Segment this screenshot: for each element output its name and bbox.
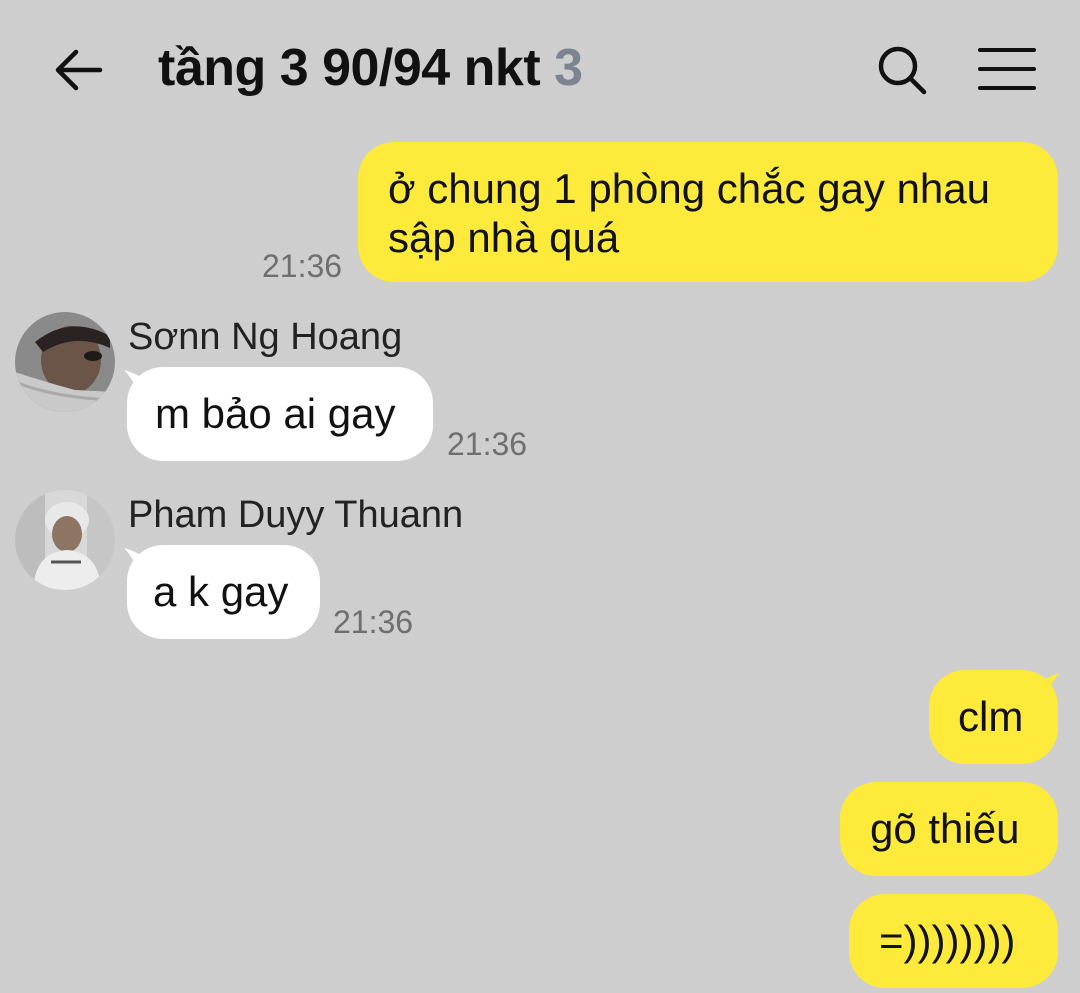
message-text: m bảo ai gay bbox=[155, 390, 396, 437]
message-text: clm bbox=[958, 693, 1024, 740]
member-count: 3 bbox=[554, 39, 583, 97]
message-text: =)))))))) bbox=[879, 917, 1016, 964]
message-time: 21:36 bbox=[447, 426, 528, 462]
hamburger-menu-icon bbox=[978, 48, 1036, 90]
message-bubble-outgoing[interactable]: ở chung 1 phòng chắc gay nhau sập nhà qu… bbox=[358, 142, 1058, 282]
search-icon bbox=[878, 46, 927, 95]
message-text: gõ thiếu bbox=[870, 805, 1020, 852]
sender-name: Pham Duyy Thuann bbox=[128, 494, 464, 536]
chat-header: tầng 3 90/94 nkt 3 bbox=[0, 0, 1080, 135]
chat-title-text: tầng 3 90/94 nkt bbox=[158, 39, 541, 97]
menu-button[interactable] bbox=[976, 42, 1038, 98]
chat-title[interactable]: tầng 3 90/94 nkt 3 bbox=[158, 38, 583, 98]
sender-name: Sơnn Ng Hoang bbox=[128, 316, 403, 358]
message-bubble-outgoing[interactable]: gõ thiếu bbox=[840, 782, 1058, 876]
back-button[interactable] bbox=[50, 42, 106, 98]
message-time: 21:36 bbox=[262, 248, 343, 284]
avatar-photo-icon bbox=[15, 312, 115, 412]
message-bubble-incoming[interactable]: m bảo ai gay bbox=[127, 367, 433, 461]
message-time: 21:36 bbox=[333, 604, 414, 640]
message-text-line: ở chung 1 phòng chắc gay nhau bbox=[388, 165, 991, 212]
avatar[interactable] bbox=[15, 312, 115, 412]
message-text: a k gay bbox=[153, 568, 289, 615]
arrow-left-icon bbox=[55, 49, 103, 91]
message-bubble-outgoing[interactable]: clm bbox=[929, 670, 1058, 764]
message-bubble-incoming[interactable]: a k gay bbox=[127, 545, 320, 639]
search-button[interactable] bbox=[872, 40, 932, 100]
message-text-line: sập nhà quá bbox=[388, 214, 620, 261]
avatar-photo-icon bbox=[15, 490, 115, 590]
avatar[interactable] bbox=[15, 490, 115, 590]
message-bubble-outgoing[interactable]: =)))))))) bbox=[849, 894, 1058, 988]
